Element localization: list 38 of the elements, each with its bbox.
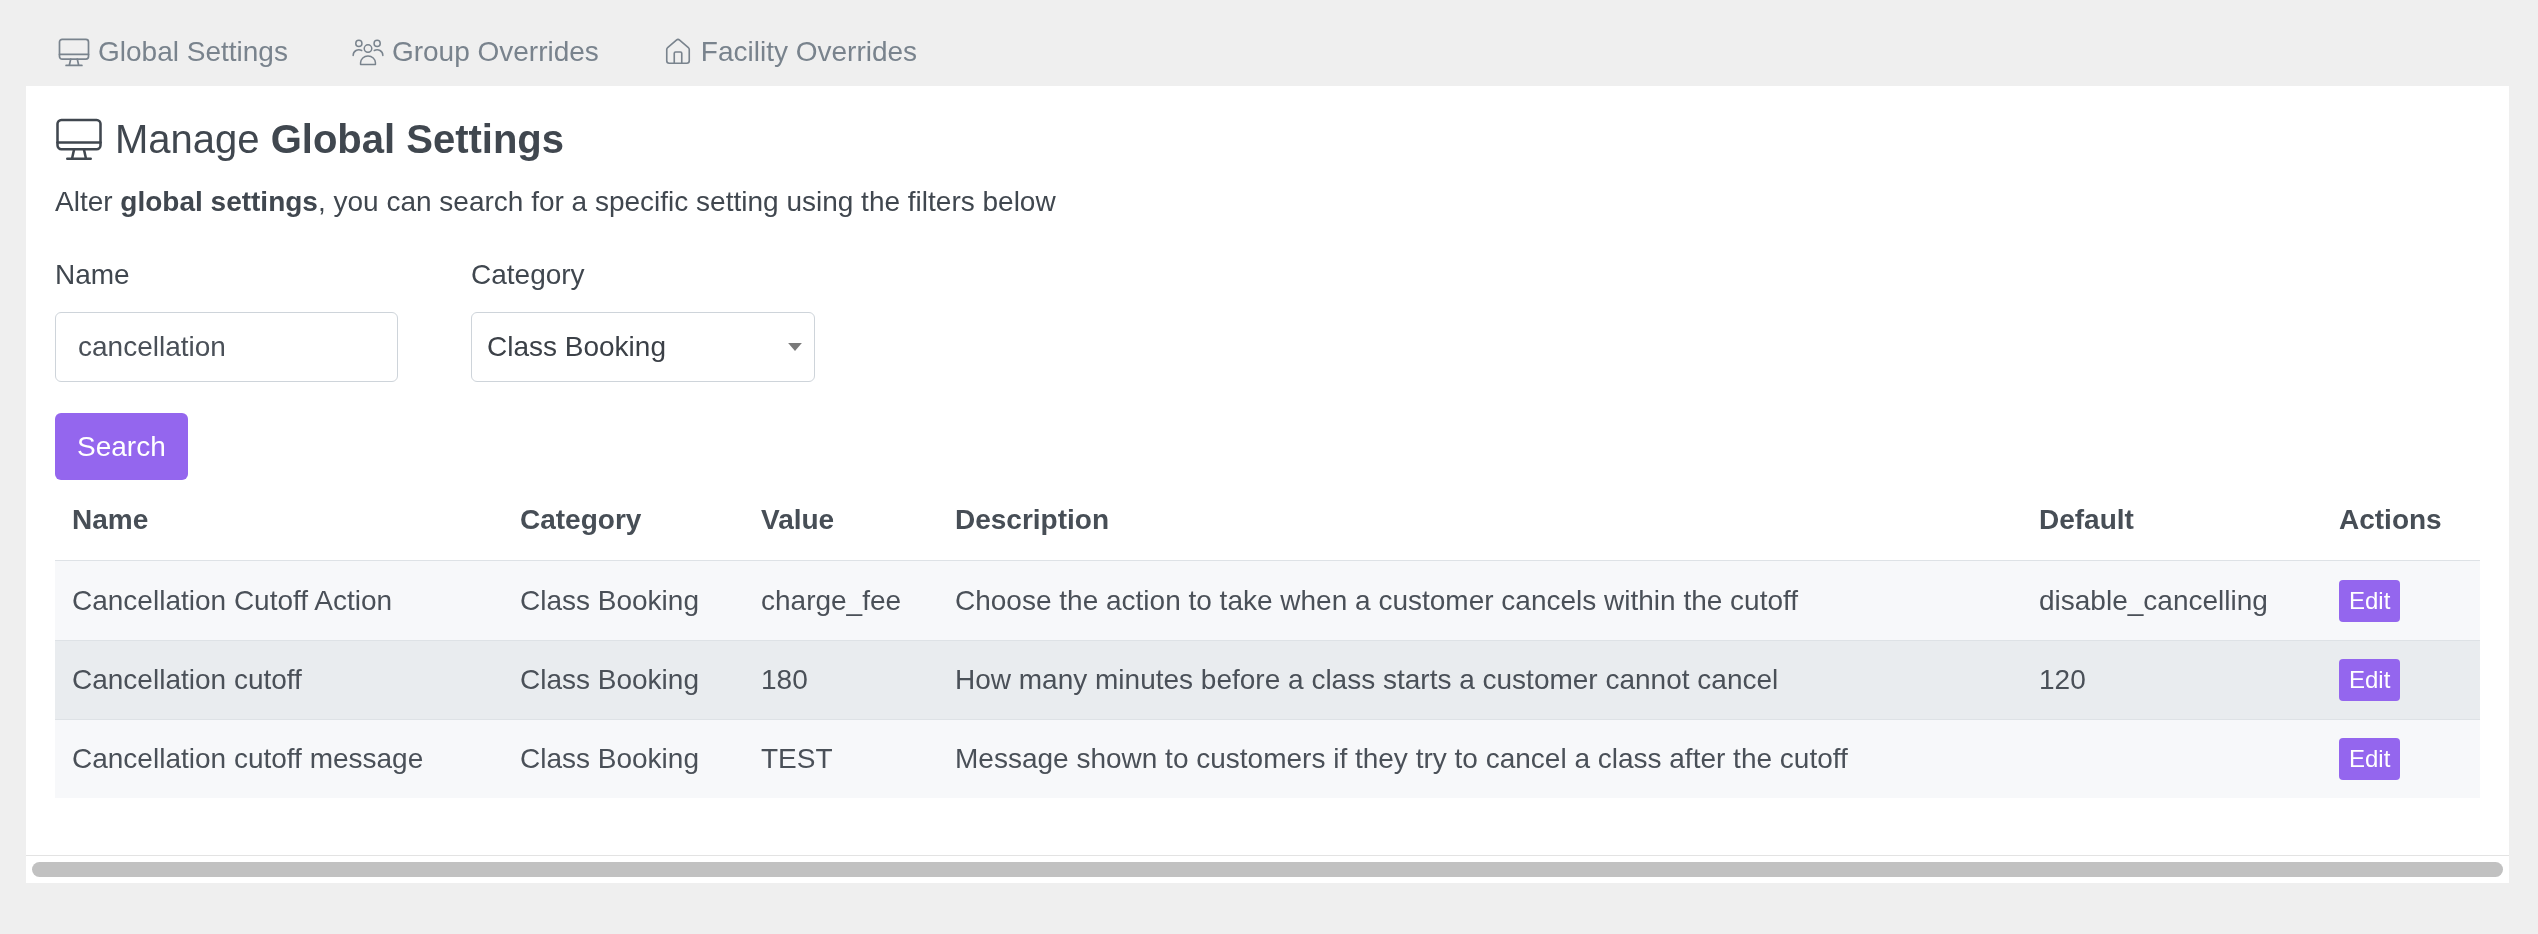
column-header: Default bbox=[2039, 504, 2134, 535]
edit-button[interactable]: Edit bbox=[2339, 738, 2401, 780]
column-header: Description bbox=[955, 504, 1110, 535]
dropdown-caret-icon bbox=[788, 343, 802, 351]
edit-button[interactable]: Edit bbox=[2339, 659, 2401, 701]
scrollbar-thumb[interactable] bbox=[32, 862, 2503, 877]
table-cell: TEST bbox=[761, 743, 833, 774]
table-cell: 120 bbox=[2039, 664, 2086, 695]
column-header: Value bbox=[761, 504, 835, 535]
monitor-icon bbox=[55, 117, 103, 161]
table-cell: Cancellation cutoff bbox=[72, 664, 302, 695]
field-label: Name bbox=[55, 258, 131, 292]
table-cell: 180 bbox=[761, 664, 808, 695]
column-header: Name bbox=[72, 504, 149, 535]
page-description: Alter global settings, you can search for a specific setting using the filters below bbox=[55, 185, 1057, 219]
search-button[interactable]: Search bbox=[55, 413, 188, 480]
nav-tab[interactable]: Global Settings bbox=[58, 35, 288, 69]
table-cell: disable_cancelling bbox=[2039, 584, 2268, 616]
table-cell: Choose the action to take when a customer cancels within the cutoff bbox=[955, 584, 1799, 616]
table-cell: Class Booking bbox=[520, 664, 699, 695]
table-cell: Class Booking bbox=[520, 743, 699, 774]
column-header: Category bbox=[520, 504, 642, 535]
nav-tab[interactable]: Group Overrides bbox=[351, 35, 599, 69]
table-cell: How many minutes before a class starts a customer cannot cancel bbox=[955, 664, 1779, 695]
field-label: Category bbox=[471, 258, 586, 292]
table-cell: Message shown to customers if they try to cancel a class after the cutoff bbox=[955, 743, 1848, 774]
nav-tab[interactable]: Facility Overrides bbox=[662, 35, 918, 69]
table-cell: Cancellation Cutoff Action bbox=[72, 584, 393, 616]
table-cell: Class Booking bbox=[520, 584, 699, 616]
monitor-icon bbox=[58, 37, 90, 67]
table-cell: charge_fee bbox=[761, 584, 902, 616]
name-input[interactable]: cancellation bbox=[55, 312, 398, 382]
users-icon bbox=[351, 38, 384, 66]
category-select[interactable]: Class Booking bbox=[471, 312, 815, 382]
edit-button[interactable]: Edit bbox=[2339, 579, 2401, 622]
table-cell: Cancellation cutoff message bbox=[72, 743, 424, 774]
column-header: Actions bbox=[2339, 504, 2442, 535]
page-title: Manage Global Settings bbox=[115, 116, 565, 163]
